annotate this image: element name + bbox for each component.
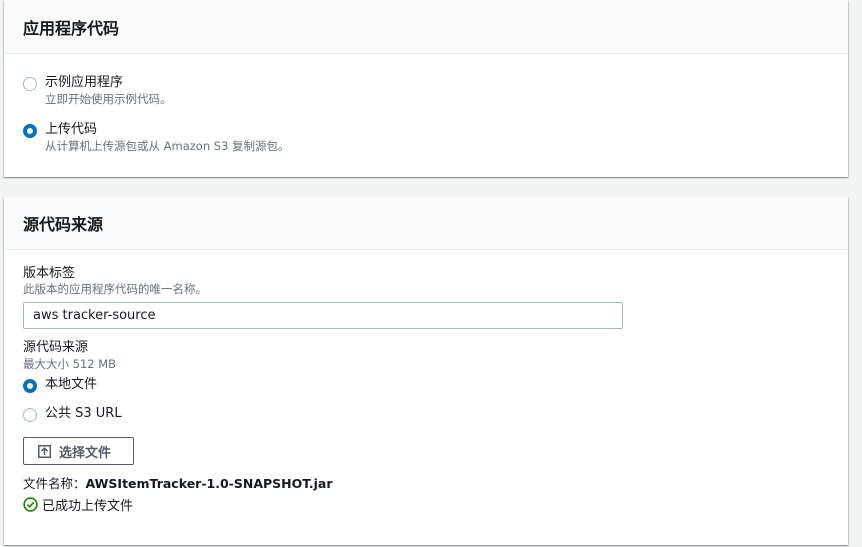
application-code-panel: 应用程序代码 示例应用程序 立即开始使用示例代码。 上传代码 从计算机上传源包或…	[4, 0, 848, 177]
version-label-heading: 版本标签	[23, 266, 76, 281]
version-label-description: 此版本的应用程序代码的唯一名称。	[23, 282, 207, 296]
source-origin-heading: 源代码来源	[23, 340, 89, 355]
upload-status: 已成功上传文件	[23, 495, 133, 514]
status-success-icon	[23, 497, 38, 512]
upload-icon	[38, 444, 51, 458]
source-code-panel: 源代码来源 版本标签 此版本的应用程序代码的唯一名称。 源代码来源 最大大小 5…	[4, 197, 848, 545]
source-origin-description: 最大大小 512 MB	[23, 357, 117, 371]
radio-button-s3-url[interactable]	[23, 408, 37, 422]
radio-button-local-file[interactable]	[23, 379, 37, 393]
radio-option-sample-app[interactable]: 示例应用程序 立即开始使用示例代码。	[23, 74, 172, 107]
choose-file-label: 选择文件	[59, 445, 112, 461]
radio-option-upload-code[interactable]: 上传代码 从计算机上传源包或从 Amazon S3 复制源包。	[23, 121, 290, 154]
radio-description: 立即开始使用示例代码。	[45, 92, 172, 106]
panel-title: 源代码来源	[23, 215, 104, 234]
file-name-prefix: 文件名称：	[23, 476, 86, 491]
radio-button-upload-code[interactable]	[23, 124, 37, 138]
version-label-input[interactable]	[23, 302, 623, 329]
panel-title: 应用程序代码	[23, 18, 120, 38]
radio-label: 本地文件	[45, 377, 98, 392]
status-success-text: 已成功上传文件	[42, 499, 134, 514]
file-name-value: AWSItemTracker-1.0-SNAPSHOT.jar	[85, 476, 333, 491]
radio-label: 上传代码	[45, 122, 98, 137]
panel-header: 源代码来源	[4, 197, 848, 250]
radio-description: 从计算机上传源包或从 Amazon S3 复制源包。	[45, 139, 290, 153]
radio-label: 示例应用程序	[45, 75, 124, 90]
radio-option-s3-url[interactable]: 公共 S3 URL	[23, 405, 122, 422]
radio-label: 公共 S3 URL	[45, 406, 122, 421]
choose-file-button[interactable]: 选择文件	[23, 437, 134, 465]
radio-button-sample-app[interactable]	[23, 77, 37, 91]
radio-option-local-file[interactable]: 本地文件	[23, 376, 97, 393]
panel-header: 应用程序代码	[4, 0, 848, 54]
file-name-line: 文件名称：AWSItemTracker-1.0-SNAPSHOT.jar	[23, 473, 333, 492]
